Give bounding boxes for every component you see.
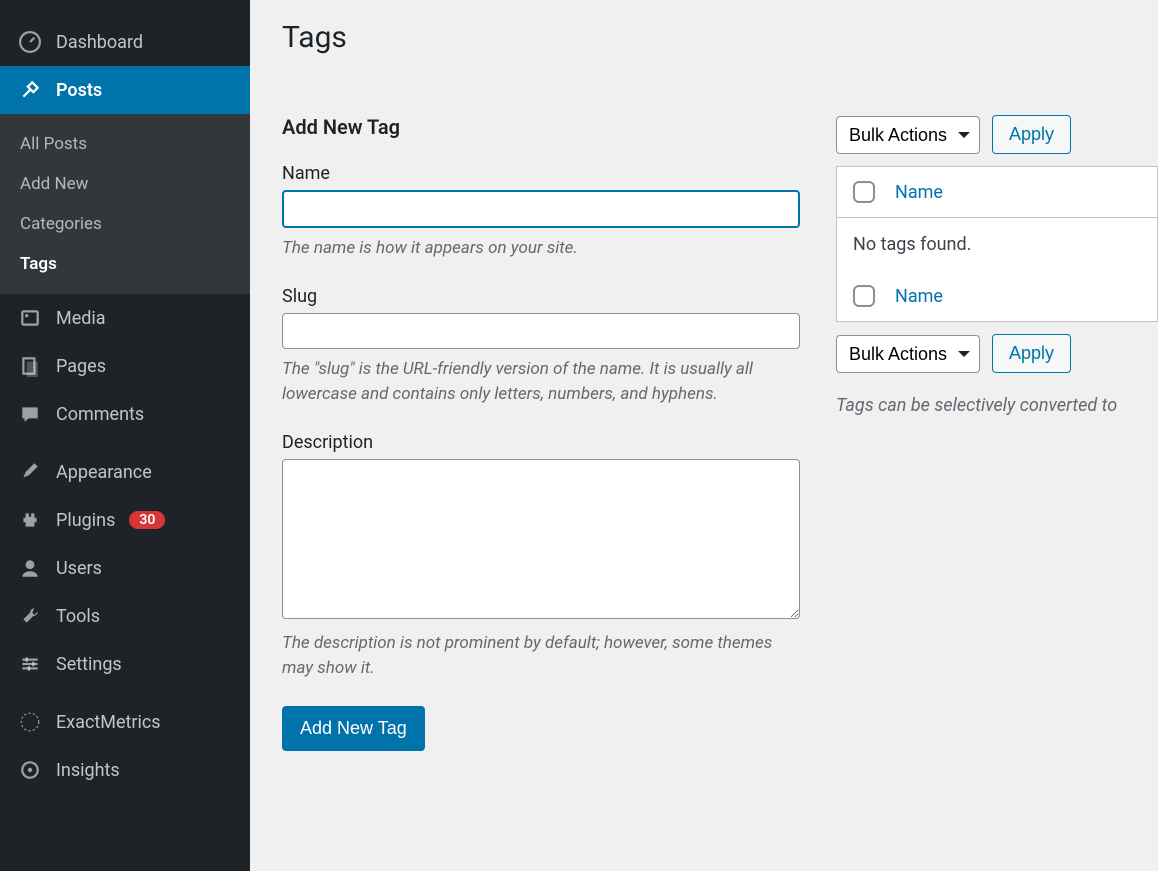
- add-new-tag-button[interactable]: Add New Tag: [282, 706, 425, 751]
- column-footer-name[interactable]: Name: [895, 286, 943, 307]
- sidebar-label: Plugins: [56, 510, 115, 531]
- slug-help: The "slug" is the URL-friendly version o…: [282, 357, 800, 408]
- tools-icon: [18, 604, 42, 628]
- column-header-name[interactable]: Name: [895, 182, 943, 203]
- table-header-row: Name: [837, 167, 1157, 218]
- pin-icon: [18, 78, 42, 102]
- empty-state: No tags found.: [837, 218, 1157, 271]
- submenu-add-new[interactable]: Add New: [0, 164, 250, 204]
- select-all-checkbox-top[interactable]: [853, 181, 875, 203]
- name-help: The name is how it appears on your site.: [282, 236, 800, 262]
- sidebar-label: Users: [56, 558, 102, 579]
- conversion-note: Tags can be selectively converted to: [836, 395, 1158, 416]
- settings-icon: [18, 652, 42, 676]
- sidebar-item-plugins[interactable]: Plugins 30: [0, 496, 250, 544]
- select-all-checkbox-bottom[interactable]: [853, 285, 875, 307]
- sidebar-label: Settings: [56, 654, 122, 675]
- name-label: Name: [282, 163, 800, 184]
- posts-submenu: All Posts Add New Categories Tags: [0, 114, 250, 294]
- bulk-action-select-bottom[interactable]: Bulk Actions: [836, 335, 980, 373]
- page-title: Tags: [282, 20, 1158, 55]
- tags-table: Name No tags found. Name: [836, 166, 1158, 322]
- sidebar-label: Pages: [56, 356, 106, 377]
- sidebar-item-settings[interactable]: Settings: [0, 640, 250, 688]
- brush-icon: [18, 460, 42, 484]
- admin-sidebar: Dashboard Posts All Posts Add New Catego…: [0, 0, 250, 871]
- bulk-actions-top: Bulk Actions Apply: [836, 115, 1158, 154]
- pages-icon: [18, 354, 42, 378]
- sidebar-item-appearance[interactable]: Appearance: [0, 448, 250, 496]
- slug-label: Slug: [282, 286, 800, 307]
- sidebar-label: Insights: [56, 760, 120, 781]
- sidebar-label: Posts: [56, 80, 102, 101]
- submenu-tags[interactable]: Tags: [0, 244, 250, 284]
- sidebar-item-dashboard[interactable]: Dashboard: [0, 18, 250, 66]
- submenu-categories[interactable]: Categories: [0, 204, 250, 244]
- comments-icon: [18, 402, 42, 426]
- sidebar-item-pages[interactable]: Pages: [0, 342, 250, 390]
- slug-input[interactable]: [282, 313, 800, 349]
- user-icon: [18, 556, 42, 580]
- form-heading: Add New Tag: [282, 115, 800, 139]
- sidebar-label: Tools: [56, 606, 100, 627]
- add-tag-form: Add New Tag Name The name is how it appe…: [282, 115, 800, 751]
- sidebar-label: Comments: [56, 404, 144, 425]
- description-help: The description is not prominent by defa…: [282, 631, 800, 682]
- sidebar-label: ExactMetrics: [56, 712, 161, 733]
- sidebar-label: Appearance: [56, 462, 152, 483]
- sidebar-item-comments[interactable]: Comments: [0, 390, 250, 438]
- field-name: Name The name is how it appears on your …: [282, 163, 800, 262]
- media-icon: [18, 306, 42, 330]
- sidebar-item-posts[interactable]: Posts: [0, 66, 250, 114]
- insights-icon: [18, 758, 42, 782]
- sidebar-item-insights[interactable]: Insights: [0, 746, 250, 794]
- bulk-actions-bottom: Bulk Actions Apply: [836, 334, 1158, 373]
- main-content: Tags Add New Tag Name The name is how it…: [250, 0, 1158, 871]
- dashboard-icon: [18, 30, 42, 54]
- sidebar-item-tools[interactable]: Tools: [0, 592, 250, 640]
- description-label: Description: [282, 432, 800, 453]
- plugins-badge: 30: [129, 511, 165, 529]
- name-input[interactable]: [282, 190, 800, 228]
- sidebar-item-media[interactable]: Media: [0, 294, 250, 342]
- apply-button-top[interactable]: Apply: [992, 115, 1071, 154]
- metrics-icon: [18, 710, 42, 734]
- bulk-action-select-top[interactable]: Bulk Actions: [836, 116, 980, 154]
- sidebar-item-exactmetrics[interactable]: ExactMetrics: [0, 698, 250, 746]
- sidebar-item-users[interactable]: Users: [0, 544, 250, 592]
- plugin-icon: [18, 508, 42, 532]
- apply-button-bottom[interactable]: Apply: [992, 334, 1071, 373]
- field-description: Description The description is not promi…: [282, 432, 800, 682]
- sidebar-label: Media: [56, 308, 106, 329]
- field-slug: Slug The "slug" is the URL-friendly vers…: [282, 286, 800, 408]
- sidebar-label: Dashboard: [56, 32, 143, 53]
- table-footer-row: Name: [837, 271, 1157, 321]
- tags-list-column: Bulk Actions Apply Name No tags found. N…: [836, 115, 1158, 751]
- description-input[interactable]: [282, 459, 800, 619]
- submenu-all-posts[interactable]: All Posts: [0, 124, 250, 164]
